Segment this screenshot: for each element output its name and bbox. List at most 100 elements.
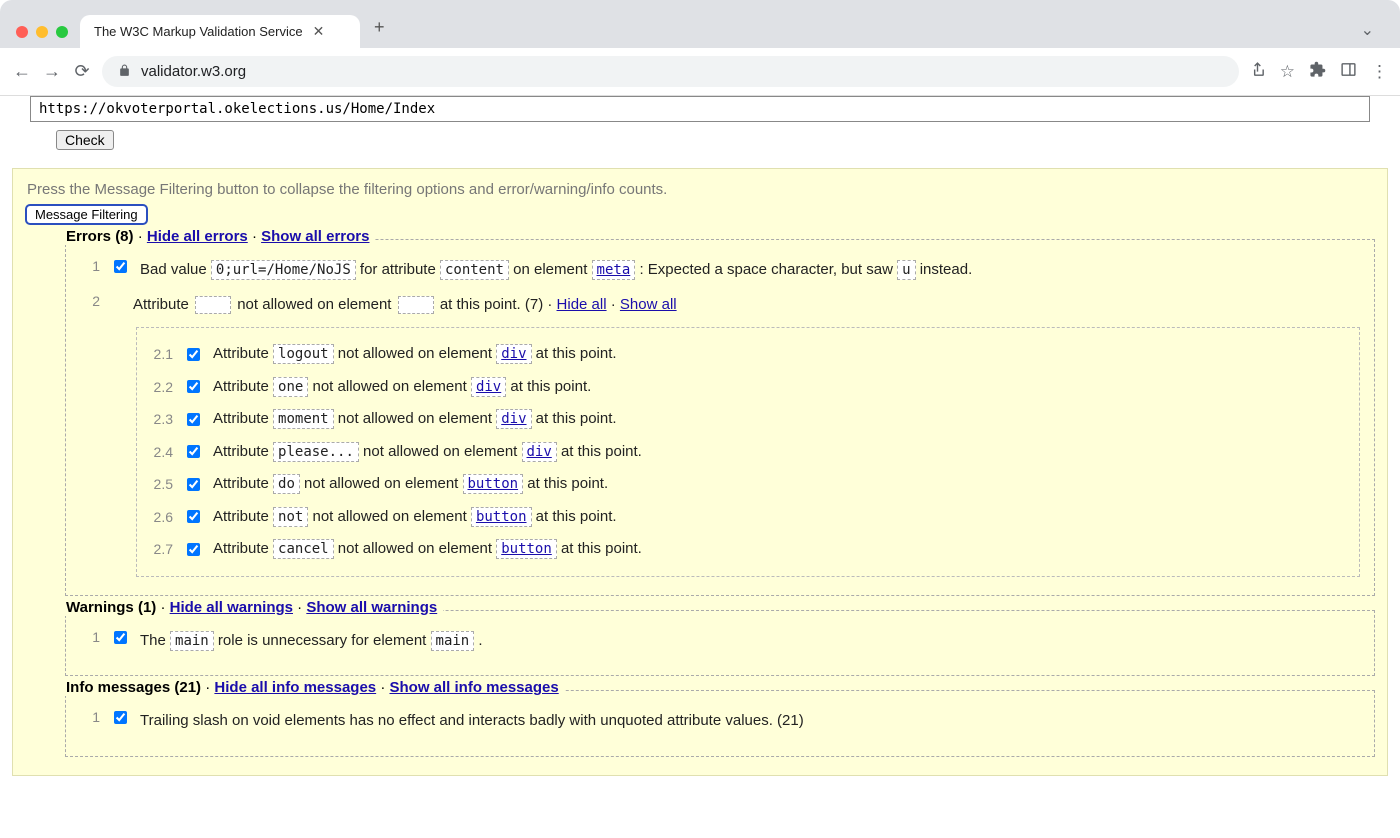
code-element-link[interactable]: button xyxy=(496,539,557,559)
sub-error-row: 2.2 Attribute one not allowed on element… xyxy=(147,373,1349,402)
toolbar-right: ☆ ⋮ xyxy=(1249,61,1388,83)
sub-error-message: Attribute logout not allowed on element … xyxy=(213,340,1349,369)
show-all-warnings-link[interactable]: Show all warnings xyxy=(306,599,437,616)
reload-button[interactable]: ⟳ xyxy=(72,62,92,82)
sub-error-message: Attribute not not allowed on element but… xyxy=(213,503,1349,532)
sub-error-row: 2.3 Attribute moment not allowed on elem… xyxy=(147,405,1349,434)
address-bar[interactable]: validator.w3.org xyxy=(102,56,1239,87)
minimize-window-icon[interactable] xyxy=(36,26,48,38)
info-count: Info messages (21) xyxy=(66,679,201,696)
code-element-link[interactable]: div xyxy=(522,442,557,462)
tab-title: The W3C Markup Validation Service xyxy=(94,24,303,39)
close-tab-icon[interactable]: ✕ xyxy=(313,23,325,40)
code-char: u xyxy=(897,260,915,280)
code-attr: logout xyxy=(273,344,334,364)
error-sub-section: 2.1 Attribute logout not allowed on elem… xyxy=(136,327,1360,577)
error-checkbox[interactable] xyxy=(114,260,127,273)
code-element: main xyxy=(431,631,475,651)
info-section: Info messages (21) · Hide all info messa… xyxy=(65,690,1375,757)
blank-element xyxy=(398,296,434,314)
sub-index: 2.1 xyxy=(147,346,173,362)
message-filtering-button[interactable]: Message Filtering xyxy=(25,204,148,225)
errors-legend: Errors (8) · Hide all errors · Show all … xyxy=(60,228,375,245)
code-role: main xyxy=(170,631,214,651)
hide-all-errors-link[interactable]: Hide all errors xyxy=(147,228,248,245)
sub-error-checkbox[interactable] xyxy=(187,348,200,361)
sub-error-row: 2.4 Attribute please... not allowed on e… xyxy=(147,438,1349,467)
sub-error-checkbox[interactable] xyxy=(187,413,200,426)
code-element-link[interactable]: div xyxy=(496,344,531,364)
sub-error-message: Attribute moment not allowed on element … xyxy=(213,405,1349,434)
forward-button[interactable]: → xyxy=(42,62,62,82)
code-element-link[interactable]: div xyxy=(496,409,531,429)
sub-error-row: 2.1 Attribute logout not allowed on elem… xyxy=(147,340,1349,369)
browser-window: The W3C Markup Validation Service ✕ + ⌄ … xyxy=(0,0,1400,96)
errors-section: Errors (8) · Hide all errors · Show all … xyxy=(65,239,1375,596)
warnings-section: Warnings (1) · Hide all warnings · Show … xyxy=(65,610,1375,677)
url-input-value: https://okvoterportal.okelections.us/Hom… xyxy=(39,101,435,117)
code-attr: one xyxy=(273,377,308,397)
sub-index: 2.4 xyxy=(147,444,173,460)
url-input[interactable]: https://okvoterportal.okelections.us/Hom… xyxy=(30,96,1370,122)
warning-checkbox[interactable] xyxy=(114,631,127,644)
error-row: 2 Attribute not allowed on element at th… xyxy=(80,291,1360,320)
sub-error-checkbox[interactable] xyxy=(187,543,200,556)
warning-row: 1 The main role is unnecessary for eleme… xyxy=(80,627,1360,656)
sub-index: 2.6 xyxy=(147,509,173,525)
sub-error-row: 2.5 Attribute do not allowed on element … xyxy=(147,470,1349,499)
hide-all-warnings-link[interactable]: Hide all warnings xyxy=(170,599,293,616)
code-element-link[interactable]: button xyxy=(471,507,532,527)
check-button[interactable]: Check xyxy=(56,130,114,150)
close-window-icon[interactable] xyxy=(16,26,28,38)
page-content: https://okvoterportal.okelections.us/Hom… xyxy=(0,96,1400,776)
back-button[interactable]: ← xyxy=(12,62,32,82)
sub-error-checkbox[interactable] xyxy=(187,510,200,523)
code-element-link[interactable]: div xyxy=(471,377,506,397)
sub-error-checkbox[interactable] xyxy=(187,478,200,491)
sub-index: 2.5 xyxy=(147,476,173,492)
filter-hint: Press the Message Filtering button to co… xyxy=(27,181,1375,198)
sub-error-checkbox[interactable] xyxy=(187,380,200,393)
code-attr: content xyxy=(440,260,509,280)
sub-error-message: Attribute please... not allowed on eleme… xyxy=(213,438,1349,467)
new-tab-button[interactable]: + xyxy=(360,7,399,48)
menu-icon[interactable]: ⋮ xyxy=(1371,62,1388,82)
sub-index: 2.7 xyxy=(147,541,173,557)
bookmark-icon[interactable]: ☆ xyxy=(1280,62,1295,82)
sub-error-checkbox[interactable] xyxy=(187,445,200,458)
show-all-errors-link[interactable]: Show all errors xyxy=(261,228,369,245)
error-row: 1 Bad value 0;url=/Home/NoJS for attribu… xyxy=(80,256,1360,285)
show-all-sub-link[interactable]: Show all xyxy=(620,296,677,313)
warnings-count: Warnings (1) xyxy=(66,599,156,616)
share-icon[interactable] xyxy=(1249,61,1266,83)
maximize-window-icon[interactable] xyxy=(56,26,68,38)
code-attr: please... xyxy=(273,442,359,462)
errors-count: Errors (8) xyxy=(66,228,134,245)
tabs-menu-icon[interactable]: ⌄ xyxy=(1343,12,1392,48)
extensions-icon[interactable] xyxy=(1309,61,1326,83)
sub-index: 2.3 xyxy=(147,411,173,427)
code-attr: not xyxy=(273,507,308,527)
row-index: 1 xyxy=(80,627,100,645)
row-index: 2 xyxy=(80,291,100,309)
blank-attr xyxy=(195,296,231,314)
code-element-link[interactable]: meta xyxy=(592,260,636,280)
hide-all-info-link[interactable]: Hide all info messages xyxy=(214,679,376,696)
sub-error-message: Attribute one not allowed on element div… xyxy=(213,373,1349,402)
browser-tab[interactable]: The W3C Markup Validation Service ✕ xyxy=(80,15,360,48)
show-all-info-link[interactable]: Show all info messages xyxy=(389,679,558,696)
sub-index: 2.2 xyxy=(147,379,173,395)
code-attr: cancel xyxy=(273,539,334,559)
warnings-legend: Warnings (1) · Hide all warnings · Show … xyxy=(60,599,443,616)
info-message: Trailing slash on void elements has no e… xyxy=(140,707,1360,736)
sub-error-row: 2.7 Attribute cancel not allowed on elem… xyxy=(147,535,1349,564)
error-message: Attribute not allowed on element at this… xyxy=(133,291,1360,320)
sidepanel-icon[interactable] xyxy=(1340,61,1357,83)
hide-all-sub-link[interactable]: Hide all xyxy=(557,296,607,313)
tab-bar: The W3C Markup Validation Service ✕ + ⌄ xyxy=(0,4,1400,48)
sub-error-message: Attribute cancel not allowed on element … xyxy=(213,535,1349,564)
sub-error-message: Attribute do not allowed on element butt… xyxy=(213,470,1349,499)
window-controls xyxy=(8,26,80,48)
info-checkbox[interactable] xyxy=(114,711,127,724)
code-element-link[interactable]: button xyxy=(463,474,524,494)
